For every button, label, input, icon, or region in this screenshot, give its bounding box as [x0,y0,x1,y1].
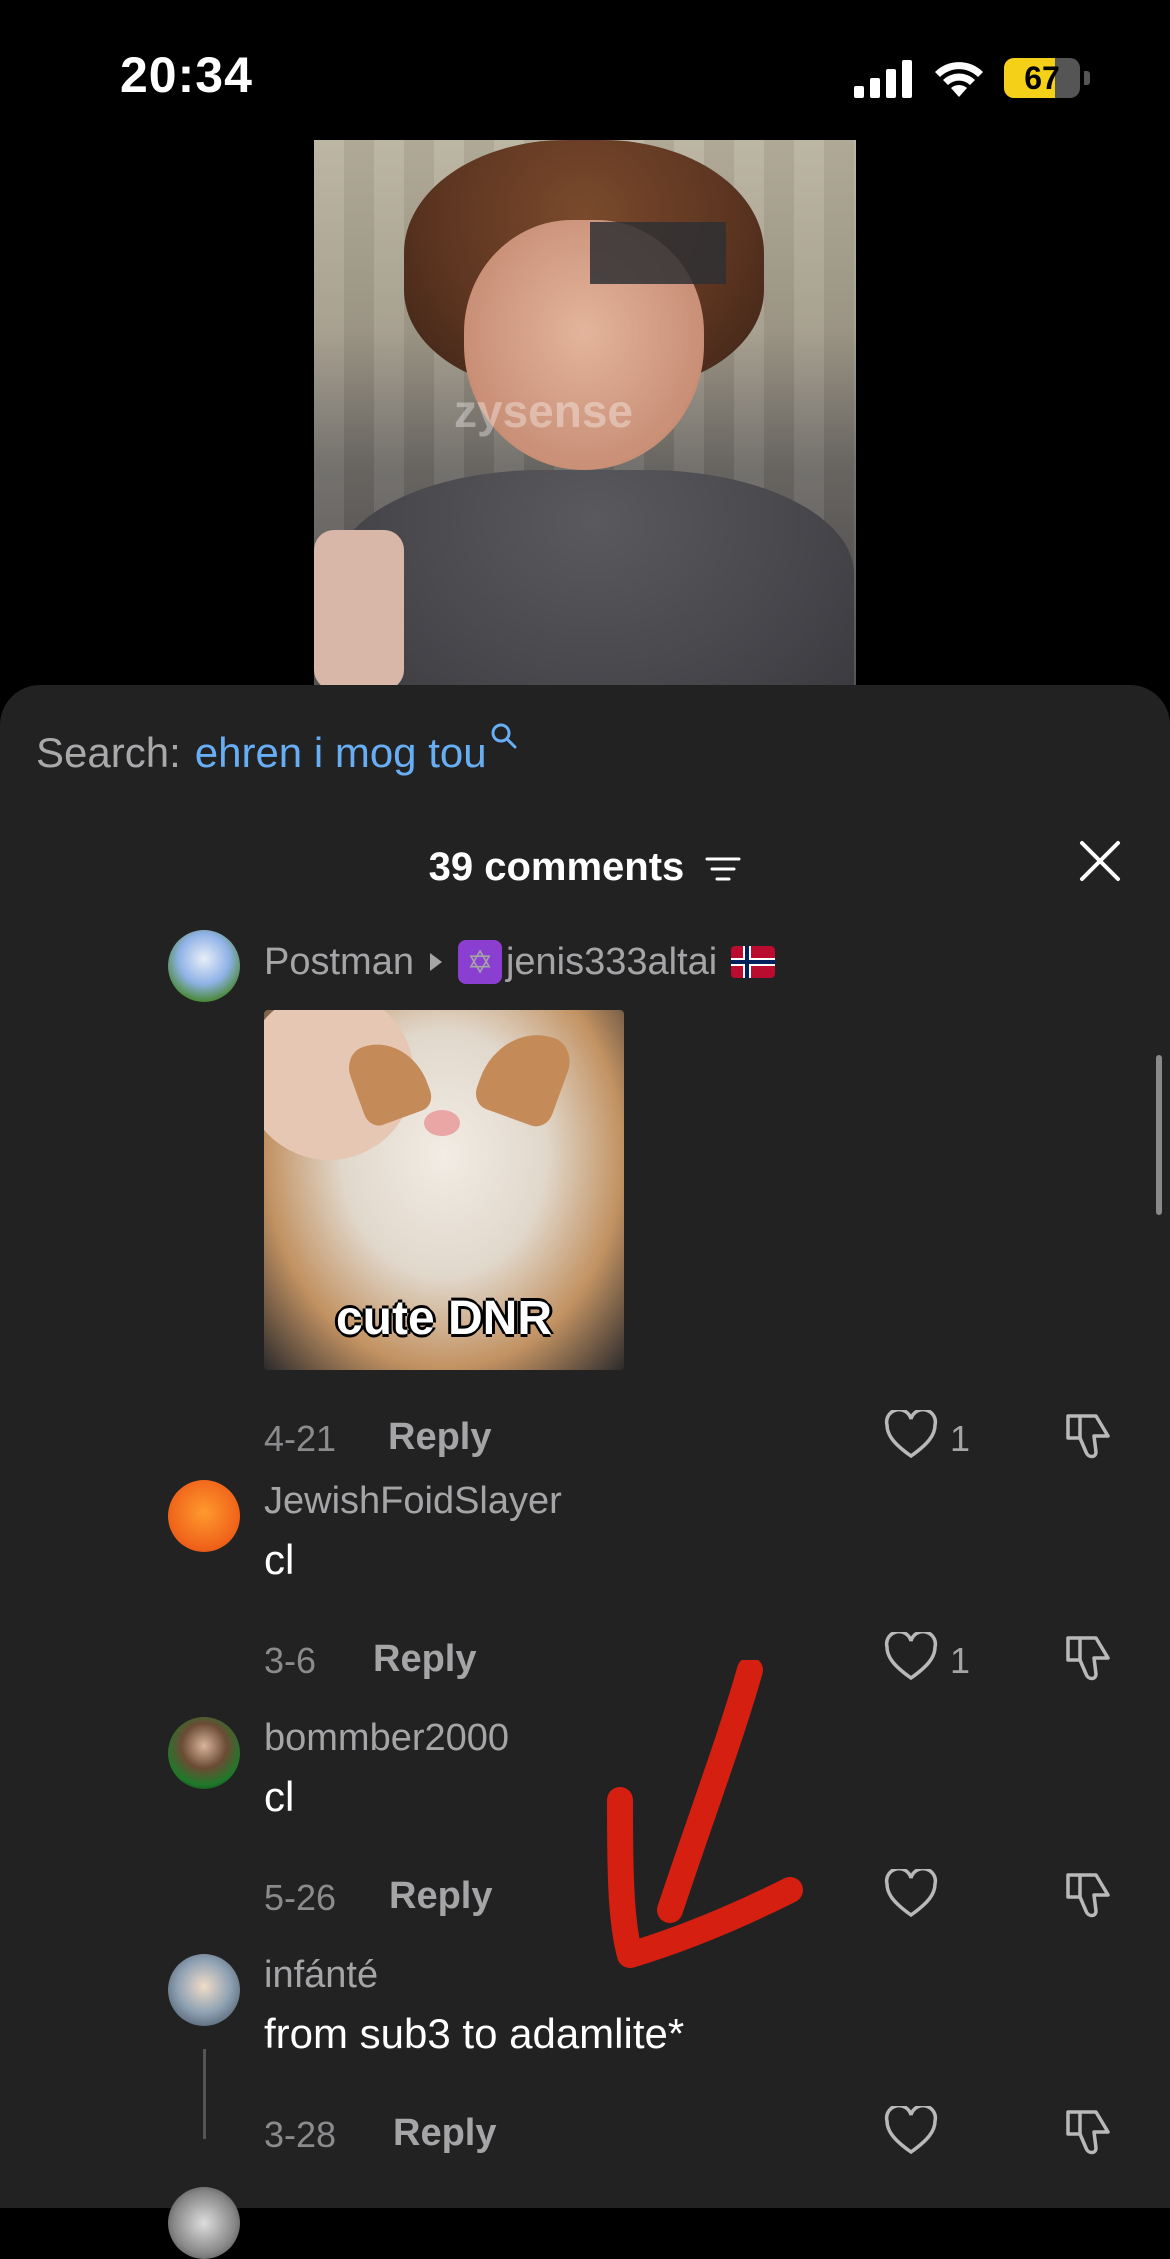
status-bar: 20:34 67 [0,0,1170,140]
norway-flag-icon [731,946,776,978]
comment-sticker-image[interactable]: cute DNR [264,1010,624,1370]
video-arm [314,530,404,685]
heart-icon[interactable] [884,1632,938,1682]
search-icon [491,723,517,749]
wifi-icon [935,62,983,97]
avatar[interactable] [168,1480,240,1552]
avatar[interactable] [168,2187,240,2259]
video-shirt [334,470,854,685]
comment-username[interactable]: JewishFoidSlayer [264,1480,562,1523]
battery-indicator: 67 [1004,58,1080,98]
search-label: Search: [36,729,181,776]
comment-date: 4-21 [264,1418,337,1459]
reply-button[interactable]: Reply [393,2112,496,2155]
comments-count: 39 comments [428,845,685,889]
username-postman[interactable]: Postman [264,941,414,984]
comment-date: 3-6 [264,1640,317,1681]
comment-text: cl [264,1773,295,1820]
like-count: 1 [950,1640,971,1681]
comment-username[interactable]: bommber2000 [264,1717,509,1760]
video-eye-overlay [590,222,726,284]
dislike-icon[interactable] [1062,1867,1118,1921]
video-watermark: zysense [454,385,634,437]
video-preview[interactable]: zysense [314,140,856,685]
heart-icon[interactable] [884,1410,938,1460]
reply-button[interactable]: Reply [388,1416,491,1459]
dislike-icon[interactable] [1062,1408,1118,1462]
avatar[interactable] [168,930,240,1002]
comment-date: 3-28 [264,2114,337,2155]
comment-text: from sub3 to adamlite* [264,2010,685,2057]
like-count: 1 [950,1418,971,1459]
heart-icon[interactable] [884,2106,938,2156]
comments-sheet: Search: ehren i mog tou 39 comments Post… [0,685,1170,2259]
comment-item: infánté from sub3 to adamlite* 3-28 Repl… [0,1954,1170,2174]
cellular-signal-icon [854,60,912,98]
avatar[interactable] [168,1717,240,1789]
avatar[interactable] [168,1954,240,2026]
comment-item: bommber2000 cl 5-26 Reply [0,1717,1170,1937]
star-of-david-icon: ✡ [457,940,502,984]
comment-date: 5-26 [264,1877,337,1918]
sort-filter-icon[interactable] [705,854,741,884]
search-query-link[interactable]: ehren i mog tou [195,729,487,777]
comment-username[interactable]: infánté [264,1954,378,1997]
reply-arrow-icon [429,953,442,971]
status-time: 20:34 [120,47,253,103]
reply-button[interactable]: Reply [389,1875,492,1918]
sticker-caption: cute DNR [335,1292,553,1345]
battery-tip [1084,71,1090,85]
sticker-cat-nose [424,1110,460,1136]
comments-header: 39 comments [0,845,1170,890]
comment-item: Postman ✡ jenis333altai cute DNR 4-21 Re… [0,930,1170,1459]
sticker-cat-ear [471,1019,577,1131]
status-icons: 67 [854,56,1090,100]
reply-button[interactable]: Reply [373,1638,476,1681]
dislike-icon[interactable] [1062,1630,1118,1684]
comment-text: cl [264,1536,295,1583]
close-icon[interactable] [1074,835,1126,887]
dislike-icon[interactable] [1062,2104,1118,2158]
reply-to-username[interactable]: jenis333altai [506,941,717,984]
search-suggestion[interactable]: Search: ehren i mog tou [36,723,519,777]
thread-line [203,2049,206,2139]
battery-percent: 67 [1024,60,1060,96]
heart-icon[interactable] [884,1869,938,1919]
annotation-arrow [607,1660,803,1968]
comment-username[interactable]: Postman ✡ jenis333altai [264,940,776,984]
comment-item: JewishFoidSlayer cl 3-6 Reply 1 [0,1480,1170,1700]
